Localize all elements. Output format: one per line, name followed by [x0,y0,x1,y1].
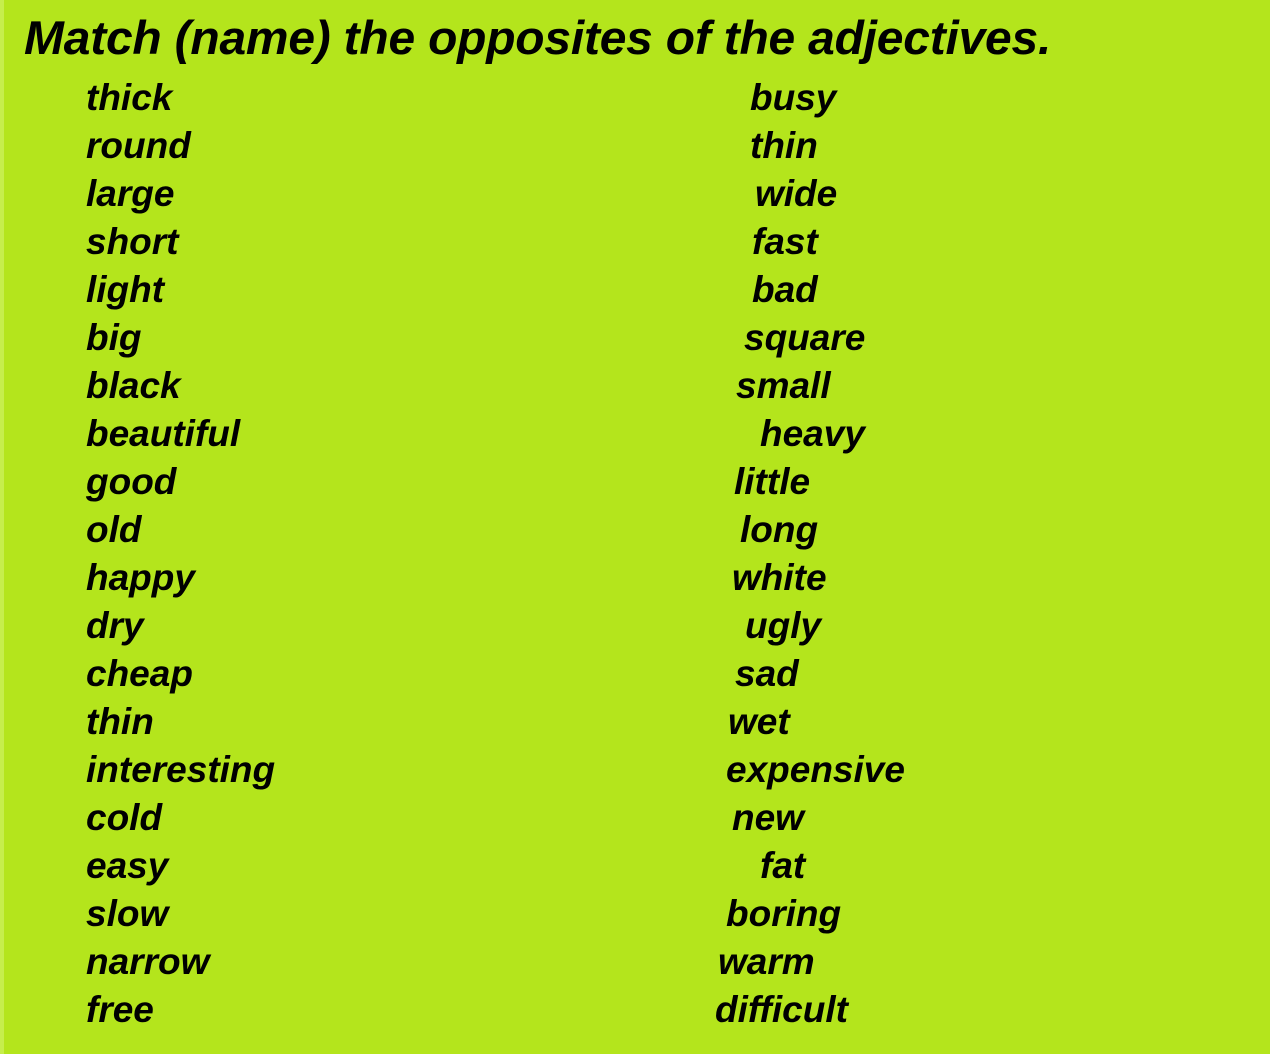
adjective-item[interactable]: large [86,170,646,218]
adjective-item[interactable]: beautiful [86,410,646,458]
adjective-item[interactable]: easy [86,842,646,890]
adjective-item[interactable]: thin [86,698,646,746]
adjective-item[interactable]: interesting [86,746,646,794]
adjective-item[interactable]: happy [86,554,646,602]
adjective-item[interactable]: thick [86,74,646,122]
opposite-item[interactable]: little [700,458,1260,506]
adjective-item[interactable]: good [86,458,646,506]
opposite-item[interactable]: thin [700,122,1260,170]
opposite-item[interactable]: difficult [700,986,1260,1034]
worksheet: Match (name) the opposites of the adject… [0,0,1270,1054]
opposite-item[interactable]: white [700,554,1260,602]
opposite-item[interactable]: square [700,314,1260,362]
adjective-item[interactable]: black [86,362,646,410]
opposite-item[interactable]: ugly [700,602,1260,650]
adjective-item[interactable]: round [86,122,646,170]
adjective-item[interactable]: short [86,218,646,266]
adjective-item[interactable]: cold [86,794,646,842]
opposite-item[interactable]: wet [700,698,1260,746]
opposite-item[interactable]: busy [700,74,1260,122]
opposite-item[interactable]: fast [700,218,1260,266]
opposite-item[interactable]: wide [700,170,1260,218]
opposite-item[interactable]: fat [700,842,1260,890]
adjective-item[interactable]: big [86,314,646,362]
page-title: Match (name) the opposites of the adject… [24,11,1052,64]
adjective-item[interactable]: dry [86,602,646,650]
adjective-item[interactable]: light [86,266,646,314]
opposite-item[interactable]: boring [700,890,1260,938]
adjective-item[interactable]: slow [86,890,646,938]
adjective-item[interactable]: narrow [86,938,646,986]
adjective-item[interactable]: free [86,986,646,1034]
adjective-item[interactable]: old [86,506,646,554]
adjective-item[interactable]: cheap [86,650,646,698]
adjectives-column: thick round large short light big black beautif… [86,74,646,1054]
opposite-item[interactable]: expensive [700,746,1260,794]
opposite-item[interactable]: sad [700,650,1260,698]
opposite-item[interactable]: bad [700,266,1260,314]
opposite-item[interactable]: small [700,362,1260,410]
word-columns: thick round large short light big black beautif… [0,74,1270,1054]
opposite-item[interactable]: warm [700,938,1260,986]
opposite-item[interactable]: heavy [700,410,1260,458]
opposite-item[interactable]: new [700,794,1260,842]
opposites-column: busy thin wide fast bad square small heavy littl… [700,74,1260,1054]
opposite-item[interactable]: long [700,506,1260,554]
